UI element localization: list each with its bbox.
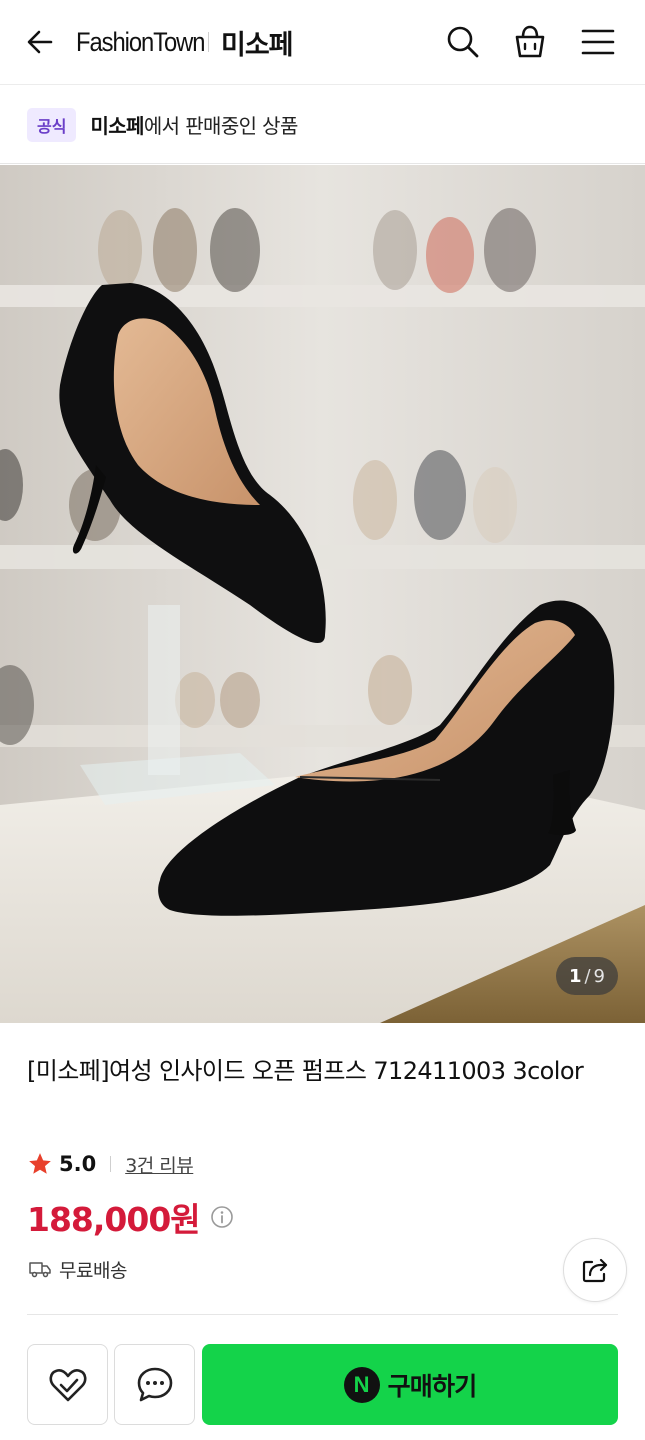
rating-divider [110,1156,112,1172]
official-store-text: 미소페에서 판매중인 상품 [90,110,299,139]
back-button[interactable] [20,22,60,62]
price-info-icon[interactable] [210,1205,234,1229]
brand-divider [208,32,209,52]
image-counter: 1 / 9 [555,957,618,995]
brand-area[interactable]: FashionTown 미소페 [76,22,294,62]
shopping-bag-icon [515,25,545,58]
price-row: 188,000원 [27,1193,234,1241]
store-name[interactable]: 미소페 [221,23,294,62]
menu-button[interactable] [577,21,619,63]
search-button[interactable] [442,21,484,63]
share-icon [582,1258,608,1283]
menu-icon [581,29,615,55]
buy-button-label: 구매하기 [387,1371,478,1401]
top-header: FashionTown 미소페 [0,0,645,85]
back-arrow-icon [27,30,53,54]
chat-button[interactable] [114,1344,195,1425]
heart-check-icon [49,1368,86,1401]
wishlist-button[interactable] [27,1344,108,1425]
review-count-link[interactable]: 3건 리뷰 [125,1151,194,1178]
image-counter-current: 1 [568,965,582,987]
share-button[interactable] [563,1238,627,1302]
rating-value: 5.0 [59,1152,97,1176]
product-price: 188,000원 [27,1200,201,1239]
image-counter-total: 9 [593,965,605,987]
buy-button[interactable]: N 구매하기 [202,1344,618,1425]
truck-icon [27,1256,53,1282]
official-store-name: 미소페 [90,114,144,138]
official-badge: 공식 [27,107,77,142]
star-icon [27,1151,53,1177]
chat-icon [137,1367,172,1401]
official-store-suffix: 에서 판매중인 상품 [143,114,299,138]
official-store-bar[interactable]: 공식 미소페에서 판매중인 상품 [0,86,645,164]
shipping-row: 무료배송 [27,1253,127,1285]
search-icon [447,26,479,58]
cart-button[interactable] [509,21,551,63]
bottom-action-bar: N 구매하기 [0,1328,645,1440]
shipping-text: 무료배송 [59,1259,127,1282]
product-title: [미소페]여성 인사이드 오픈 펌프스 712411003 3color [27,1057,584,1085]
product-photo [0,165,645,1023]
naver-logo-icon: N [343,1366,380,1403]
rating-row: 5.0 3건 리뷰 [27,1148,194,1180]
brand-name[interactable]: FashionTown [76,27,205,58]
image-counter-separator: / [584,965,591,987]
section-divider [27,1314,618,1315]
product-image-carousel[interactable]: 1 / 9 [0,165,645,1023]
